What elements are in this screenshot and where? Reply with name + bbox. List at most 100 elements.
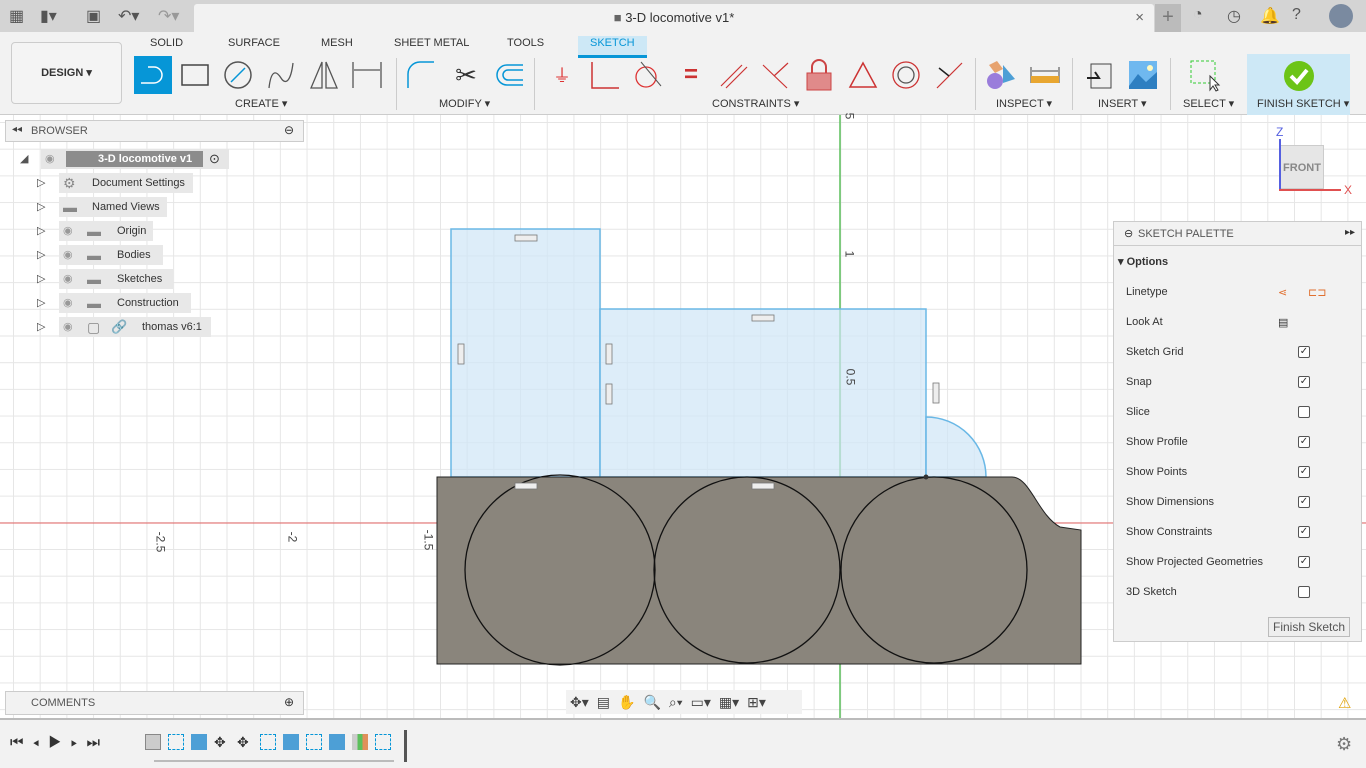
grid-settings-icon[interactable]: ▦▾ bbox=[719, 694, 739, 711]
workspace-switcher[interactable]: DESIGN ▾ bbox=[11, 42, 122, 104]
checkbox[interactable]: ✓ bbox=[1298, 376, 1310, 388]
coincident-constraint-icon[interactable] bbox=[588, 58, 622, 92]
spline-tool-icon[interactable] bbox=[264, 58, 298, 92]
viewcube[interactable]: FRONT Z X bbox=[1276, 125, 1358, 197]
play-icon[interactable]: ▶ bbox=[48, 734, 70, 751]
timeline-extrude-icon[interactable] bbox=[283, 734, 299, 750]
browser-root-item[interactable]: ◉ 3-D locomotive v1 ⊙ bbox=[41, 149, 229, 169]
dimension-tool-icon[interactable] bbox=[350, 58, 384, 92]
go-end-icon[interactable]: ⏭ bbox=[87, 734, 110, 751]
inspect-menu[interactable]: INSPECT ▾ bbox=[996, 97, 1052, 110]
browser-item[interactable]: ▷ ◉ ▬ Construction bbox=[37, 293, 191, 313]
trim-scissors-icon[interactable]: ✂ bbox=[449, 58, 483, 92]
eye-icon[interactable]: ◉ bbox=[45, 149, 55, 169]
finish-sketch-palette-button[interactable]: Finish Sketch bbox=[1268, 617, 1351, 637]
expand-icon[interactable]: ▷ bbox=[37, 269, 45, 289]
mirror-tool-icon[interactable] bbox=[307, 58, 341, 92]
timeline-extrude-icon[interactable] bbox=[191, 734, 207, 750]
line-tool-icon[interactable] bbox=[134, 56, 172, 94]
timeline-settings-gear-icon[interactable]: ⚙ bbox=[1336, 734, 1352, 755]
insert-derive-icon[interactable] bbox=[1083, 58, 1117, 92]
options-section[interactable]: ▾ Options bbox=[1118, 255, 1168, 268]
go-start-icon[interactable]: ⏮ bbox=[10, 734, 33, 751]
concentric-constraint-icon[interactable] bbox=[889, 58, 923, 92]
eye-icon[interactable]: ◉ bbox=[63, 269, 73, 289]
viewports-icon[interactable]: ⊞▾ bbox=[747, 694, 766, 711]
create-menu[interactable]: CREATE ▾ bbox=[235, 97, 287, 110]
avatar[interactable] bbox=[1329, 4, 1353, 28]
circle-tool-icon[interactable] bbox=[221, 58, 255, 92]
timeline-extrude-icon[interactable] bbox=[329, 734, 345, 750]
undo-icon[interactable]: ↶▾ bbox=[118, 6, 139, 26]
notifications-icon[interactable]: 🔔 bbox=[1260, 6, 1280, 26]
checkbox[interactable]: ✓ bbox=[1298, 436, 1310, 448]
select-menu[interactable]: SELECT ▾ bbox=[1183, 97, 1234, 110]
tab-sheet-metal[interactable]: SHEET METAL bbox=[394, 36, 469, 56]
look-at-icon[interactable]: ▤ bbox=[1278, 316, 1288, 329]
save-icon[interactable]: ▣ bbox=[86, 6, 101, 26]
expand-root-icon[interactable]: ◢ bbox=[20, 149, 28, 169]
extensions-icon[interactable]: ◔ bbox=[1193, 6, 1203, 24]
collapse-browser-icon[interactable]: ◂◂ bbox=[12, 124, 22, 135]
fix-constraint-icon[interactable]: ⏚ bbox=[545, 58, 579, 92]
add-comment-icon[interactable]: ⊕ bbox=[284, 695, 294, 709]
symmetry-constraint-icon[interactable] bbox=[846, 58, 880, 92]
eye-icon[interactable]: ◉ bbox=[63, 317, 73, 337]
expand-icon[interactable]: ▷ bbox=[37, 293, 45, 313]
browser-item[interactable]: ▷ ◉ ▢ 🔗 thomas v6:1 bbox=[37, 317, 211, 337]
new-tab-button[interactable]: + bbox=[1155, 4, 1181, 32]
timeline-sketch-icon[interactable] bbox=[168, 734, 184, 750]
expand-icon[interactable]: ▷ bbox=[37, 317, 45, 337]
inspect-shapes-icon[interactable] bbox=[984, 58, 1018, 92]
fillet-tool-icon[interactable] bbox=[404, 58, 438, 92]
lock-constraint-icon[interactable] bbox=[802, 58, 836, 92]
timeline-feature-icon[interactable] bbox=[145, 734, 161, 750]
eye-icon[interactable]: ◉ bbox=[63, 293, 73, 313]
finish-sketch-button[interactable]: FINISH SKETCH ▾ bbox=[1247, 54, 1350, 115]
job-status-icon[interactable]: ◷ bbox=[1227, 6, 1241, 26]
centerline-linetype-icon[interactable]: ⊏⊐ bbox=[1308, 286, 1326, 299]
checkbox[interactable] bbox=[1298, 406, 1310, 418]
file-menu-icon[interactable]: ▮▾ bbox=[40, 6, 57, 26]
window-select-icon[interactable] bbox=[1188, 58, 1222, 92]
modify-menu[interactable]: MODIFY ▾ bbox=[439, 97, 490, 110]
perpendicular-constraint-icon[interactable] bbox=[758, 58, 792, 92]
activate-radio-icon[interactable]: ⊙ bbox=[209, 149, 220, 169]
timeline-sketch-icon[interactable] bbox=[260, 734, 276, 750]
expand-icon[interactable]: ▷ bbox=[37, 245, 45, 265]
expand-palette-icon[interactable]: ▸▸ bbox=[1345, 227, 1355, 238]
warning-icon[interactable]: ⚠ bbox=[1338, 694, 1351, 712]
eye-hidden-icon[interactable]: ◉ bbox=[63, 221, 73, 241]
tab-mesh[interactable]: MESH bbox=[321, 36, 353, 56]
minimize-palette-icon[interactable]: ⊖ bbox=[1124, 227, 1133, 240]
browser-item[interactable]: ▷ ▬ Named Views bbox=[37, 197, 167, 217]
timeline-move-icon[interactable]: ✥ bbox=[214, 734, 230, 750]
equal-constraint-icon[interactable]: = bbox=[674, 58, 708, 92]
expand-icon[interactable]: ▷ bbox=[37, 221, 45, 241]
app-grid-icon[interactable]: ▦ bbox=[9, 6, 24, 26]
tab-sketch[interactable]: SKETCH bbox=[578, 36, 647, 58]
browser-item[interactable]: ▷ ◉ ▬ Sketches bbox=[37, 269, 173, 289]
checkbox[interactable]: ✓ bbox=[1298, 346, 1310, 358]
step-forward-icon[interactable]: ▸ bbox=[71, 734, 87, 751]
step-back-icon[interactable]: ◂ bbox=[33, 734, 49, 751]
browser-item[interactable]: ▷ ⚙ Document Settings bbox=[37, 173, 193, 193]
timeline-move-icon[interactable]: ✥ bbox=[237, 734, 253, 750]
tab-tools[interactable]: TOOLS bbox=[507, 36, 544, 56]
rectangle-tool-icon[interactable] bbox=[178, 58, 212, 92]
tangent-constraint-icon[interactable] bbox=[630, 58, 664, 92]
redo-icon[interactable]: ↷▾ bbox=[158, 6, 179, 26]
parallel-constraint-icon[interactable] bbox=[716, 58, 750, 92]
zoom-icon[interactable]: 🔍 bbox=[643, 694, 660, 711]
close-tab-icon[interactable]: × bbox=[1135, 4, 1144, 32]
help-icon[interactable]: ? bbox=[1292, 6, 1301, 24]
expand-icon[interactable]: ▷ bbox=[37, 173, 45, 193]
look-at-icon[interactable]: ▤ bbox=[597, 694, 610, 711]
browser-item[interactable]: ▷ ◉ ▬ Origin bbox=[37, 221, 153, 241]
timeline-split-icon[interactable] bbox=[352, 734, 368, 750]
checkbox[interactable]: ✓ bbox=[1298, 556, 1310, 568]
eye-icon[interactable]: ◉ bbox=[63, 245, 73, 265]
tab-surface[interactable]: SURFACE bbox=[228, 36, 280, 56]
checkbox[interactable]: ✓ bbox=[1298, 496, 1310, 508]
expand-icon[interactable]: ▷ bbox=[37, 197, 45, 217]
